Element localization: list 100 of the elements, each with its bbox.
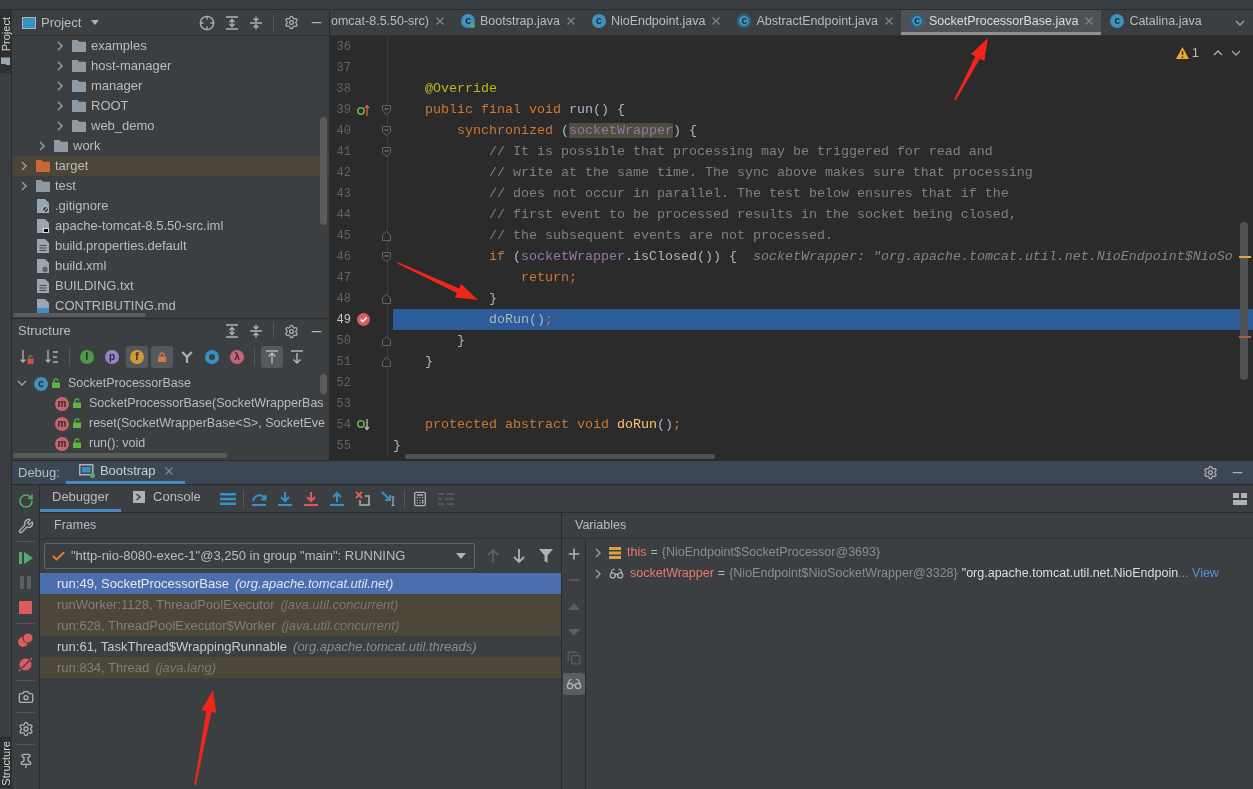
chevron-right-icon[interactable] [39,141,45,151]
editor-tab[interactable]: omcat-8.5.50-src) [330,10,452,35]
fold-marker-icon[interactable] [382,251,391,262]
project-tool-tab[interactable]: Project [0,10,12,74]
editor-tab[interactable]: c AbstractEndpoint.java [728,10,901,35]
vertical-scrollbar[interactable] [1240,222,1248,380]
crossed-circle-icon[interactable] [18,657,33,672]
structure-tool-tab[interactable]: Structure [0,737,12,789]
thread-dropdown[interactable]: "http-nio-8080-exec-1"@3,250 in group "main": RUNNING [44,543,475,569]
fold-marker-icon[interactable] [382,104,391,115]
fold-marker-icon[interactable] [382,356,391,367]
play-icon[interactable] [18,550,33,565]
tree-item[interactable]: examples [12,36,329,56]
code-line: public final void run() { [425,101,625,117]
crosshair-icon[interactable] [199,14,215,31]
structure-item[interactable]: m run(): void [12,433,329,453]
expand-arrows-icon[interactable] [225,324,239,338]
arrow-cursor-icon[interactable] [381,491,397,506]
structure-item[interactable]: m reset(SocketWrapperBase<S>, SocketEve [12,413,329,433]
editor-tab[interactable]: c NioEndpoint.java [582,10,729,35]
tree-item[interactable]: web_demo [12,116,329,136]
editor-tab[interactable]: c SocketProcessorBase.java [901,10,1102,35]
chevron-down-icon[interactable] [1235,19,1245,26]
autoscroll-to-source-button[interactable] [261,346,283,368]
circle-arrow-up-icon[interactable] [356,103,370,116]
tree-item[interactable]: work [12,136,329,156]
chevron-right-icon[interactable] [21,161,27,171]
debugger-tab[interactable]: Console [121,485,213,512]
tree-item[interactable]: .gitignore [12,196,329,216]
expand-arrows-icon[interactable] [225,15,239,30]
collapse-arrows-icon[interactable] [249,324,263,338]
chevron-up-icon[interactable] [1213,49,1223,56]
tree-item[interactable]: build.properties.default [12,236,329,256]
fold-marker-icon[interactable] [382,335,391,346]
settings-icon[interactable] [1203,465,1218,480]
close-icon[interactable] [712,17,721,25]
debugger-tab[interactable]: Debugger [40,485,122,512]
variable-row[interactable]: socketWrapper = {NioEndpoint$NioSocketWrapper@3328} "org.apache.tomcat.util.net.NioEndpoin... View [586,563,1253,584]
structure-item[interactable]: m SocketProcessorBase(SocketWrapperBas [12,393,329,413]
horizontal-scrollbar[interactable] [13,453,227,458]
fold-marker-icon[interactable] [382,146,391,157]
arrow-down-bar-icon[interactable] [276,491,293,506]
horizontal-scrollbar[interactable] [405,454,715,459]
editor-tab[interactable]: c Bootstrap.java [451,10,583,35]
tree-item[interactable]: CONTRIBUTING.md [12,296,329,316]
chevron-down-icon[interactable] [1231,49,1241,56]
structure-item[interactable]: c SocketProcessorBase [12,373,329,393]
chevron-right-icon[interactable] [595,547,601,558]
tree-item[interactable]: build.xml [12,256,329,276]
close-icon[interactable] [885,17,893,25]
tree-item[interactable]: manager [12,76,329,96]
chevron-down-icon[interactable] [17,380,27,386]
non-public-button[interactable] [151,346,173,368]
view-link[interactable]: ... View [1178,564,1219,583]
chevron-right-icon[interactable] [57,81,63,91]
arrow-down-icon[interactable] [513,549,525,563]
tree-item[interactable]: BUILDING.txt [12,276,329,296]
close-icon[interactable] [1085,17,1094,25]
wrench-icon[interactable] [17,517,34,534]
arc-arrow-icon[interactable] [250,491,267,506]
tree-item[interactable]: host-manager [12,56,329,76]
chevron-right-icon[interactable] [57,121,63,131]
chevron-right-icon[interactable] [57,41,63,51]
chevron-right-icon[interactable] [57,61,63,71]
variable-row[interactable]: this = {NioEndpoint$SocketProcessor@3693} [586,542,1253,563]
camera-icon[interactable] [17,688,34,705]
double-circle-icon[interactable] [18,632,33,647]
arrow-down-bar-icon[interactable] [302,491,319,506]
close-icon[interactable] [435,17,444,25]
close-icon[interactable] [164,467,173,475]
settings-icon[interactable] [284,323,299,339]
project-view-dropdown[interactable]: Project [22,12,100,33]
tree-item[interactable]: ROOT [12,96,329,116]
fold-marker-icon[interactable] [382,125,391,136]
close-icon[interactable] [566,17,575,25]
editor-tab[interactable]: c Catalina.java [1101,10,1204,35]
fold-marker-icon[interactable] [382,230,391,241]
chevron-right-icon[interactable] [57,101,63,111]
breakpoint-icon[interactable] [356,313,370,326]
vertical-scrollbar[interactable] [320,117,327,225]
collapse-arrows-icon[interactable] [249,15,263,30]
arrow-up-bar-icon[interactable] [328,491,345,506]
frame-row[interactable]: run:61, TaskThread$WrappingRunnable (org.apache.tomcat.util.threads) [40,636,561,657]
tree-item[interactable]: apache-tomcat-8.5.50-src.iml [12,216,329,236]
tree-item[interactable]: test [12,176,329,196]
circle-arrow-down-icon[interactable] [356,418,370,431]
vertical-scrollbar[interactable] [320,374,327,394]
layout-icon[interactable] [1233,492,1247,505]
x-frame-icon[interactable] [355,491,371,506]
chevron-right-icon[interactable] [595,568,601,579]
settings-icon[interactable] [284,15,299,30]
frame-row[interactable]: run:49, SocketProcessorBase (org.apache.tomcat.util.net) [40,573,561,594]
circular-arrow-icon[interactable] [17,492,34,509]
chevron-right-icon[interactable] [21,181,27,191]
settings-icon[interactable] [17,720,34,737]
fold-marker-icon[interactable] [382,293,391,304]
calculator-icon[interactable] [411,490,428,507]
session-tab[interactable]: Bootstrap [65,461,185,484]
filter-icon[interactable] [539,549,553,563]
lines-icon[interactable] [219,492,236,505]
